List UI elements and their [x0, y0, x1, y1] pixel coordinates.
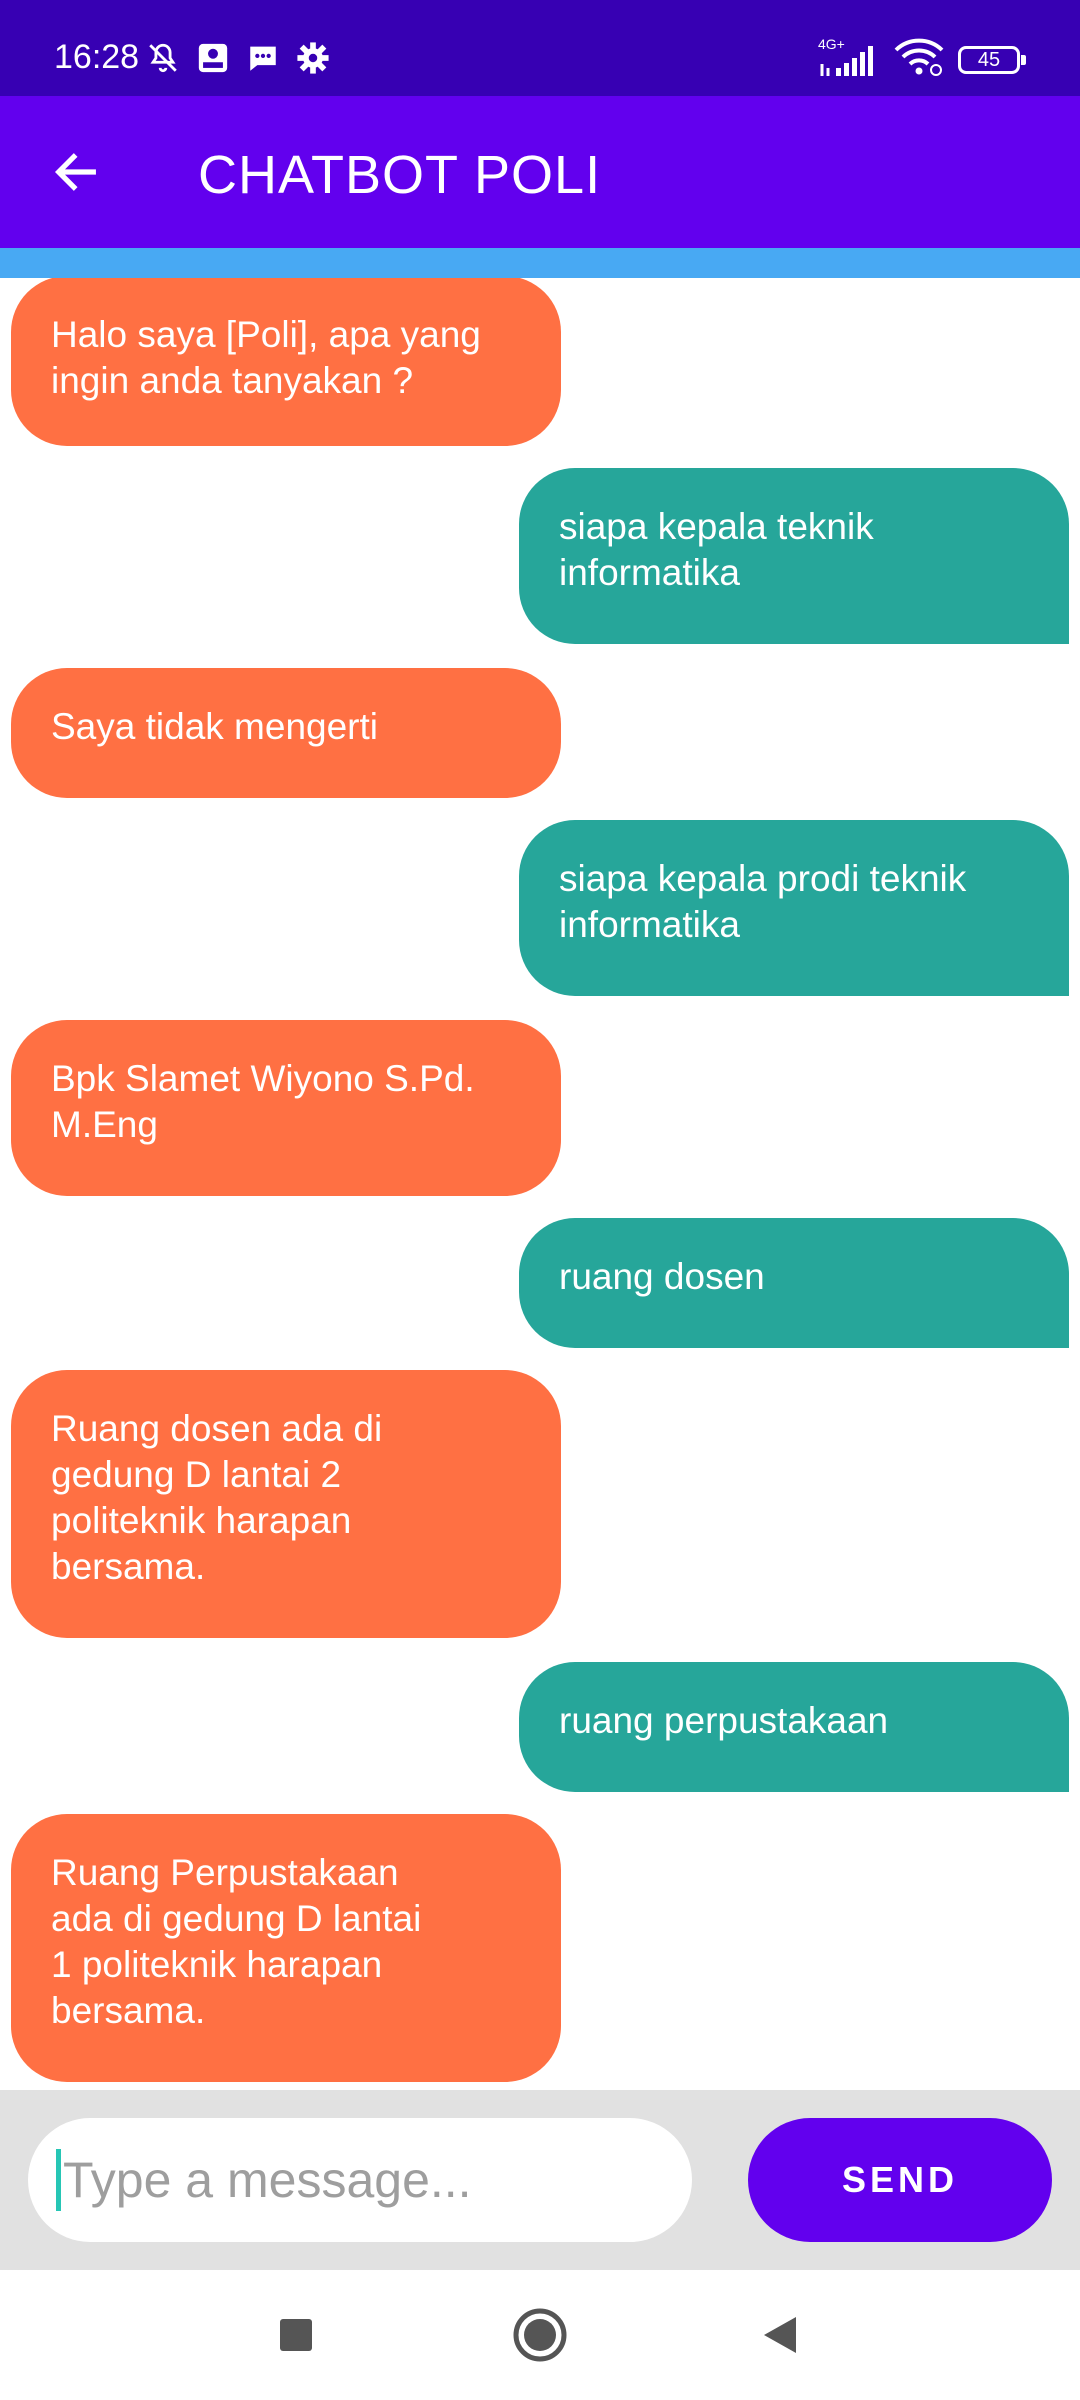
- recents-square-icon: [280, 2319, 312, 2351]
- message-input[interactable]: Type a message...: [28, 2118, 692, 2242]
- back-triangle-icon: [764, 2317, 796, 2353]
- recents-button[interactable]: [261, 2300, 331, 2370]
- notifications-off-icon: [145, 40, 181, 76]
- home-circle-icon: [513, 2308, 567, 2362]
- network-type-label: 4G+: [818, 35, 845, 52]
- home-button[interactable]: [505, 2300, 575, 2370]
- bot-message-bubble: Halo saya [Poli], apa yang ingin anda ta…: [11, 278, 561, 446]
- status-time: 16:28: [54, 38, 140, 76]
- signal-icon: 4G+: [818, 36, 880, 78]
- accent-strip: [0, 248, 1080, 278]
- system-navigation-bar: [0, 2270, 1080, 2400]
- user-message-bubble: siapa kepala teknik informatika: [519, 468, 1069, 644]
- user-message-bubble: ruang perpustakaan: [519, 1662, 1069, 1792]
- text-cursor: [56, 2149, 61, 2211]
- bot-message-bubble: Bpk Slamet Wiyono S.Pd. M.Eng: [11, 1020, 561, 1196]
- chat-message-list[interactable]: Halo saya [Poli], apa yang ingin anda ta…: [0, 278, 1080, 2090]
- user-message-bubble: ruang dosen: [519, 1218, 1069, 1348]
- message-input-bar: Type a message... SEND: [0, 2090, 1080, 2270]
- app-bar: CHATBOT POLI: [0, 96, 1080, 248]
- bot-message-bubble: Saya tidak mengerti: [11, 668, 561, 798]
- app-title: CHATBOT POLI: [198, 145, 602, 205]
- battery-icon: 45: [958, 45, 1026, 74]
- settings-gear-icon: [295, 40, 331, 76]
- tiket-app-icon: [195, 40, 231, 76]
- arrow-left-icon: [54, 153, 96, 191]
- messages-icon: [245, 40, 281, 76]
- back-button[interactable]: [40, 136, 112, 208]
- status-bar: 16:28 4G+ 45: [0, 0, 1080, 96]
- bot-message-bubble: Ruang Perpustakaan ada di gedung D lanta…: [11, 1814, 561, 2082]
- message-input-placeholder: Type a message...: [63, 2152, 472, 2208]
- system-back-button[interactable]: [745, 2300, 815, 2370]
- send-button[interactable]: SEND: [748, 2118, 1052, 2242]
- status-system-icons: 4G+ 45: [818, 36, 1026, 81]
- bot-message-bubble: Ruang dosen ada di gedung D lantai 2 pol…: [11, 1370, 561, 1638]
- wifi-icon: [894, 38, 944, 81]
- status-notification-icons: [145, 40, 331, 76]
- user-message-bubble: siapa kepala prodi teknik informatika: [519, 820, 1069, 996]
